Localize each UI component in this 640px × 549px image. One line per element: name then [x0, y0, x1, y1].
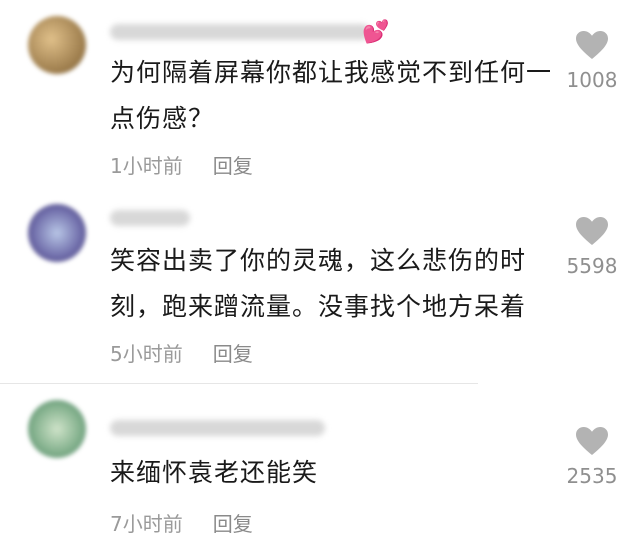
- heart-icon: [562, 426, 622, 456]
- username[interactable]: [110, 24, 370, 40]
- like-button[interactable]: 1008: [562, 30, 622, 92]
- reply-button[interactable]: 回复: [213, 512, 253, 536]
- username[interactable]: [110, 210, 190, 226]
- comment-item: 💕 为何隔着屏幕你都让我感觉不到任何一点伤感？ 1小时前 回复 1008: [0, 0, 640, 190]
- comment-time: 7小时前: [110, 512, 183, 536]
- heart-icon: [562, 30, 622, 60]
- avatar[interactable]: [28, 204, 86, 262]
- comment-text: 来缅怀袁老还能笑: [110, 458, 319, 487]
- comment-time: 5小时前: [110, 342, 183, 366]
- comment-meta: 1小时前 回复: [110, 150, 253, 179]
- like-count: 1008: [566, 68, 618, 92]
- comment-item: 来缅怀袁老还能笑 7小时前 回复 2535: [0, 384, 640, 549]
- like-count: 2535: [566, 464, 618, 488]
- avatar[interactable]: [28, 16, 86, 74]
- like-button[interactable]: 2535: [562, 426, 622, 488]
- comment-meta: 7小时前 回复: [110, 508, 253, 537]
- comment-item: 笑容出卖了你的灵魂，这么悲伤的时刻，跑来蹭流量。没事找个地方呆着 5小时前 回复 …: [0, 190, 640, 380]
- comment-text: 为何隔着屏幕你都让我感觉不到任何一点伤感？: [110, 58, 553, 133]
- reply-button[interactable]: 回复: [213, 154, 253, 178]
- comment-meta: 5小时前 回复: [110, 338, 253, 367]
- reply-button[interactable]: 回复: [213, 342, 253, 366]
- username[interactable]: [110, 420, 325, 436]
- heart-badge-icon: 💕: [362, 20, 390, 45]
- avatar[interactable]: [28, 400, 86, 458]
- like-button[interactable]: 5598: [562, 216, 622, 278]
- comment-text: 笑容出卖了你的灵魂，这么悲伤的时刻，跑来蹭流量。没事找个地方呆着: [110, 246, 527, 321]
- heart-icon: [562, 216, 622, 246]
- comment-time: 1小时前: [110, 154, 183, 178]
- like-count: 5598: [566, 254, 618, 278]
